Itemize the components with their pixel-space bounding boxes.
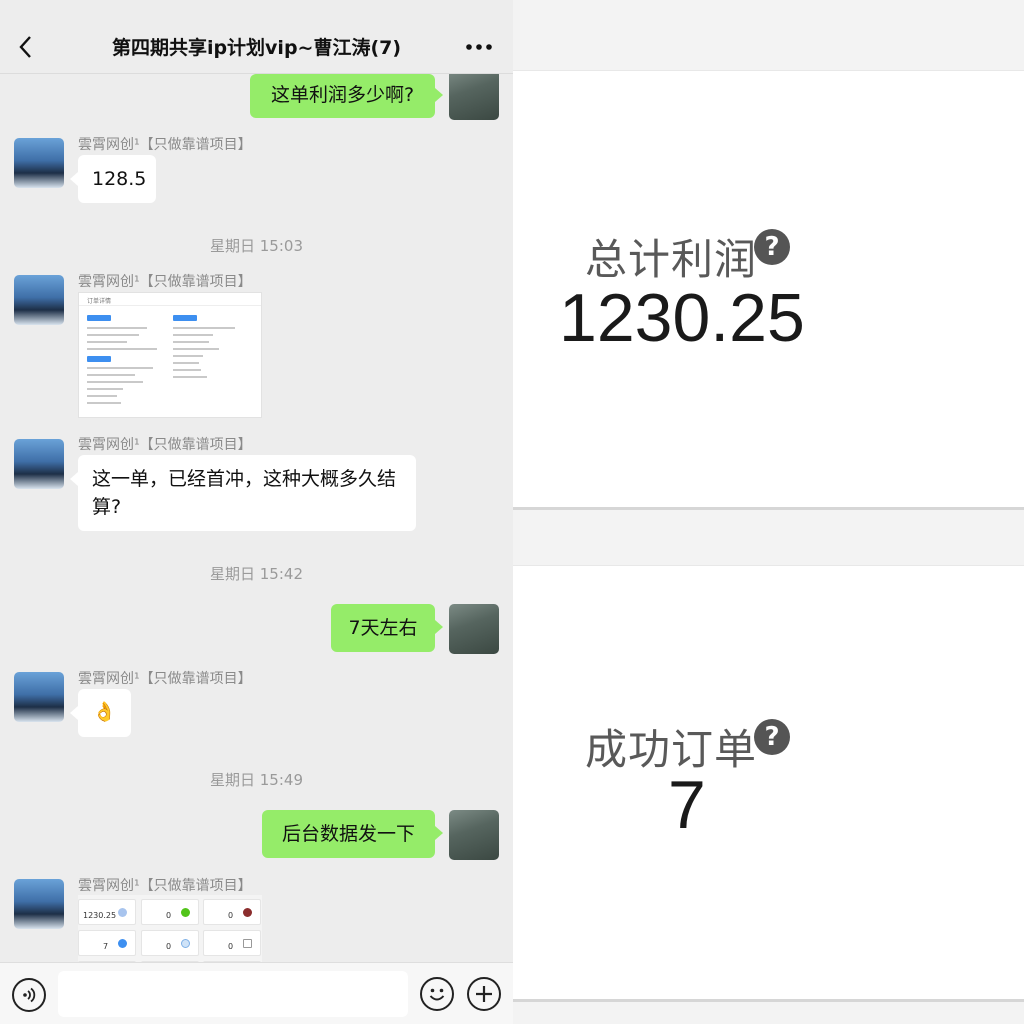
metric-value: 1230.25 xyxy=(559,280,805,356)
thumbnail-tag xyxy=(87,315,111,321)
stat-card-successful-orders: 成功订单 ? 7 xyxy=(513,565,1024,1002)
message-list[interactable]: 这单利润多少啊? 雲霄网创¹【只做靠谱项目】 128.5 星期日 15:03 雲… xyxy=(0,74,513,962)
help-icon[interactable]: ? xyxy=(754,229,790,265)
thumbnail-line xyxy=(87,374,135,376)
message-bubble-self[interactable]: 7天左右 xyxy=(331,604,435,652)
thumbnail-line xyxy=(173,334,213,336)
grid-cell: 0 xyxy=(203,930,261,956)
order-detail-image[interactable]: 订单详情 xyxy=(78,292,262,418)
thumbnail-line xyxy=(87,348,157,350)
check-icon xyxy=(118,939,127,948)
grid-cell: 0 xyxy=(141,899,199,925)
message-bubble-other[interactable]: 128.5 xyxy=(78,155,156,203)
bubble-tail xyxy=(435,620,443,634)
sender-name: 雲霄网创¹【只做靠谱项目】 xyxy=(78,274,252,290)
clock-icon xyxy=(181,939,190,948)
thumbnail-line xyxy=(87,341,127,343)
message-input[interactable] xyxy=(58,971,408,1017)
metric-label: 总计利润 xyxy=(585,235,758,284)
avatar-self[interactable] xyxy=(449,74,499,120)
stat-card-total-profit: 总计利润 ? 1230.25 xyxy=(513,70,1024,510)
avatar-other[interactable] xyxy=(14,275,64,325)
thumbnail-tag xyxy=(173,315,197,321)
chevron-left-icon xyxy=(19,36,31,58)
thumbnail-line xyxy=(87,402,121,404)
bubble-tail xyxy=(70,172,78,186)
dashboard-image[interactable]: 1230.25 0 0 7 0 0 xyxy=(78,895,262,962)
zoomed-stats-panel: 总计利润 ? 1230.25 成功订单 ? 7 xyxy=(513,0,1024,1024)
thumbnail-line xyxy=(87,367,153,369)
avatar-other[interactable] xyxy=(14,879,64,929)
grid-value: 0 xyxy=(228,942,234,951)
grid-cell: 0 xyxy=(141,930,199,956)
message-bubble-self[interactable]: 后台数据发一下 xyxy=(262,810,435,858)
grid-value: 7 xyxy=(103,942,109,951)
voice-button[interactable] xyxy=(12,978,46,1012)
more-button[interactable] xyxy=(465,36,493,58)
thumbnail-line xyxy=(173,348,219,350)
thumbnail-line xyxy=(173,369,201,371)
message-bubble-other[interactable]: 👌 xyxy=(78,689,131,737)
sender-name: 雲霄网创¹【只做靠谱项目】 xyxy=(78,437,252,453)
smiley-icon xyxy=(429,988,445,1001)
sender-name: 雲霄网创¹【只做靠谱项目】 xyxy=(78,137,252,153)
sender-name: 雲霄网创¹【只做靠谱项目】 xyxy=(78,878,252,894)
metric-value: 7 xyxy=(668,767,706,843)
document-icon xyxy=(243,939,252,948)
check-icon xyxy=(181,908,190,917)
timestamp: 星期日 15:03 xyxy=(210,237,303,255)
emoji-button[interactable] xyxy=(420,977,454,1011)
grid-cell: 1230.25 xyxy=(78,899,136,925)
avatar-other[interactable] xyxy=(14,672,64,722)
divider xyxy=(79,305,261,306)
grid-value: 0 xyxy=(166,942,172,951)
timestamp: 星期日 15:42 xyxy=(210,565,303,583)
input-bar xyxy=(0,962,513,1024)
grid-value: 0 xyxy=(166,911,172,920)
thumbnail-line xyxy=(173,327,235,329)
avatar-other[interactable] xyxy=(14,439,64,489)
thumbnail-line xyxy=(87,388,123,390)
grid-value: 1230.25 xyxy=(83,911,117,920)
bubble-tail xyxy=(70,706,78,720)
thumbnail-line xyxy=(87,327,147,329)
bubble-tail xyxy=(435,88,443,102)
thumbnail-line xyxy=(173,341,209,343)
thumbnail-title: 订单详情 xyxy=(87,298,112,305)
message-bubble-other[interactable]: 这一单，已经首冲，这种大概多久结算? xyxy=(78,455,416,531)
grid-value: 0 xyxy=(228,911,234,920)
thumbnail-line xyxy=(87,334,139,336)
plus-icon xyxy=(476,986,492,1002)
message-bubble-self[interactable]: 这单利润多少啊? xyxy=(250,74,435,118)
thumbnail-line xyxy=(87,395,117,397)
avatar-self[interactable] xyxy=(449,810,499,860)
thumbnail-tag xyxy=(87,356,111,362)
voice-icon xyxy=(23,987,36,1003)
more-actions-button[interactable] xyxy=(467,977,501,1011)
chat-title: 第四期共享ip计划vip~曹江涛(7) xyxy=(111,37,402,59)
bubble-tail xyxy=(435,826,443,840)
grid-cell: 0 xyxy=(203,899,261,925)
screenshot-root: 第四期共享ip计划vip~曹江涛(7) 这单利润多少啊? 雲霄网创¹【只做靠谱项… xyxy=(0,0,1024,1024)
grid-cell: 7 xyxy=(78,930,136,956)
chat-panel: 第四期共享ip计划vip~曹江涛(7) 这单利润多少啊? 雲霄网创¹【只做靠谱项… xyxy=(0,0,513,1024)
thumbnail-line xyxy=(173,362,199,364)
timestamp: 星期日 15:49 xyxy=(210,771,303,789)
thumbnail-line xyxy=(87,381,143,383)
grid-icon xyxy=(118,908,127,917)
thumbnail-line xyxy=(173,355,203,357)
stop-icon xyxy=(243,908,252,917)
bubble-tail xyxy=(70,472,78,486)
more-dots-icon xyxy=(466,44,492,50)
sender-name: 雲霄网创¹【只做靠谱项目】 xyxy=(78,671,252,687)
chat-header: 第四期共享ip计划vip~曹江涛(7) xyxy=(0,0,513,74)
avatar-other[interactable] xyxy=(14,138,64,188)
help-icon[interactable]: ? xyxy=(754,719,790,755)
avatar-self[interactable] xyxy=(449,604,499,654)
thumbnail-line xyxy=(173,376,207,378)
ok-hand-emoji: 👌 xyxy=(92,701,117,723)
back-button[interactable] xyxy=(14,32,36,62)
